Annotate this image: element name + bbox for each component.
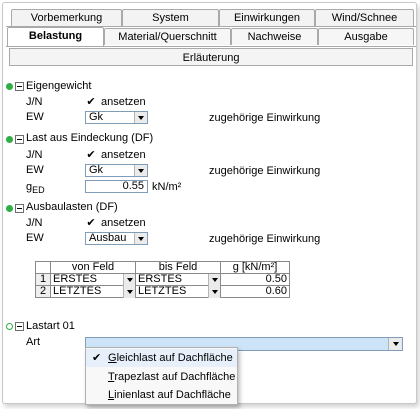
check-icon: ✔	[92, 352, 102, 364]
ansetzen-label: ansetzen	[101, 217, 146, 229]
tab-einwirkungen[interactable]: Einwirkungen	[219, 9, 315, 26]
ansetzen-checkbox[interactable]: ✔	[85, 150, 97, 162]
ansetzen-label: ansetzen	[101, 96, 146, 108]
ew-label: EW	[26, 164, 44, 176]
jn-label: J/N	[26, 217, 43, 229]
status-dot-empty-icon	[6, 323, 13, 330]
tab-wind-schnee[interactable]: Wind/Schnee	[315, 9, 414, 26]
ged-label: gED	[26, 181, 45, 196]
collapse-icon[interactable]	[15, 322, 24, 331]
ged-value-input[interactable]: 0.55	[85, 180, 148, 193]
menu-item-gleichlast[interactable]: ✔ Gleichlast auf Dachfläche	[86, 349, 237, 367]
chevron-down-icon[interactable]	[388, 338, 402, 350]
row-number: 2	[35, 285, 51, 298]
von-feld-cell[interactable]: LETZTES	[50, 285, 136, 298]
menu-item-label: Linienlast auf Dachfläche	[108, 389, 231, 401]
chevron-down-icon[interactable]	[134, 165, 147, 176]
ew-select[interactable]: Ausbau	[85, 232, 148, 245]
chevron-down-icon[interactable]	[123, 286, 135, 298]
einwirkung-hint: zugehörige Einwirkung	[209, 112, 321, 124]
menu-item-label: Gleichlast auf Dachfläche	[108, 352, 233, 364]
collapse-icon[interactable]	[15, 204, 24, 213]
status-dot-icon	[6, 136, 13, 143]
tab-vorbemerkung[interactable]: Vorbemerkung	[11, 9, 122, 26]
einwirkung-hint: zugehörige Einwirkung	[209, 233, 321, 245]
ew-select[interactable]: Gk	[85, 164, 148, 177]
collapse-icon[interactable]	[15, 82, 24, 91]
ansetzen-checkbox[interactable]: ✔	[85, 218, 97, 230]
ew-label: EW	[26, 111, 44, 123]
g-value-cell[interactable]: 0.50	[220, 273, 290, 286]
group-title-ausbau: Ausbaulasten (DF)	[26, 201, 118, 213]
ew-select-value: Ausbau	[89, 232, 127, 244]
chevron-down-icon[interactable]	[208, 286, 220, 298]
collapse-icon[interactable]	[15, 135, 24, 144]
ew-label: EW	[26, 232, 44, 244]
menu-item-linienlast[interactable]: Linienlast auf Dachfläche	[86, 386, 237, 404]
menu-item-label: Trapezlast auf Dachfläche	[108, 371, 236, 383]
einwirkung-hint: zugehörige Einwirkung	[209, 165, 321, 177]
tab-material-querschnitt[interactable]: Material/Querschnitt	[104, 28, 231, 45]
column-header-g: g [kN/m²]	[220, 261, 290, 274]
von-feld-cell[interactable]: ERSTES	[50, 273, 136, 286]
ew-select[interactable]: Gk	[85, 111, 148, 124]
tab-nachweise[interactable]: Nachweise	[231, 28, 318, 45]
table-row: 2 LETZTES LETZTES 0.60	[35, 285, 290, 298]
g-value-cell[interactable]: 0.60	[220, 285, 290, 298]
ged-unit: kN/m²	[152, 181, 182, 193]
tab-system[interactable]: System	[122, 9, 219, 26]
chevron-down-icon[interactable]	[134, 112, 147, 123]
status-dot-icon	[6, 83, 13, 90]
bis-feld-cell[interactable]: LETZTES	[135, 285, 221, 298]
row-number: 1	[35, 273, 51, 286]
row-number-header	[35, 261, 51, 274]
subtab-erlaeuterung[interactable]: Erläuterung	[9, 48, 413, 66]
jn-label: J/N	[26, 96, 43, 108]
art-label: Art	[26, 336, 41, 348]
jn-label: J/N	[26, 149, 43, 161]
chevron-down-icon[interactable]	[134, 233, 147, 244]
column-header-von-feld: von Feld	[50, 261, 136, 274]
table-header-row: von Feld bis Feld g [kN/m²]	[35, 261, 290, 274]
load-table: von Feld bis Feld g [kN/m²] 1 ERSTES ERS…	[35, 261, 290, 298]
column-header-bis-feld: bis Feld	[135, 261, 221, 274]
bis-feld-cell[interactable]: ERSTES	[135, 273, 221, 286]
tab-content-border	[6, 46, 416, 47]
group-title-eindeckung: Last aus Eindeckung (DF)	[26, 132, 154, 144]
chevron-down-icon[interactable]	[208, 274, 220, 286]
chevron-down-icon[interactable]	[123, 274, 135, 286]
ew-select-value: Gk	[89, 111, 104, 123]
ansetzen-label: ansetzen	[101, 149, 146, 161]
tab-ausgabe[interactable]: Ausgabe	[318, 28, 414, 45]
status-dot-icon	[6, 205, 13, 212]
group-title-lastart: Lastart 01	[26, 320, 75, 332]
ew-select-value: Gk	[89, 164, 104, 176]
art-dropdown-menu: ✔ Gleichlast auf Dachfläche Trapezlast a…	[85, 347, 238, 405]
table-row: 1 ERSTES ERSTES 0.50	[35, 273, 290, 286]
tab-belastung[interactable]: Belastung	[7, 27, 104, 46]
ansetzen-checkbox[interactable]: ✔	[85, 97, 97, 109]
group-title-eigengewicht: Eigengewicht	[26, 80, 92, 92]
menu-item-trapezlast[interactable]: Trapezlast auf Dachfläche	[86, 368, 237, 386]
load-panel: Vorbemerkung System Einwirkungen Wind/Sc…	[2, 2, 417, 404]
